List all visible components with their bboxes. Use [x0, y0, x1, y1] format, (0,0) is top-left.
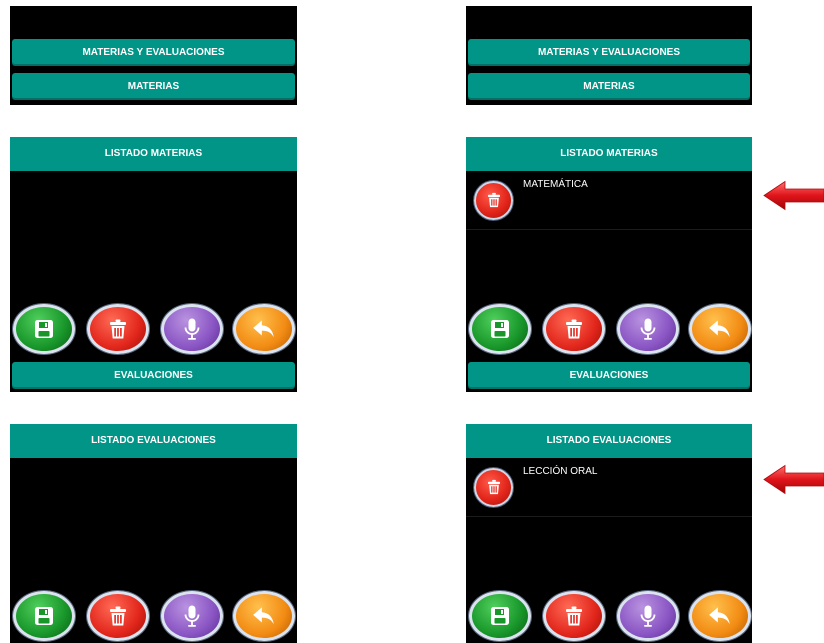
- evaluaciones-button[interactable]: EVALUACIONES: [12, 362, 295, 389]
- screen-materias-empty: MATERIAS Y EVALUACIONES MATERIAS LISTADO…: [10, 6, 297, 392]
- delete-item-button[interactable]: [474, 181, 513, 220]
- trash-icon: [485, 191, 503, 209]
- delete-button[interactable]: [87, 304, 149, 354]
- listado-evaluaciones-header: LISTADO EVALUACIONES: [466, 424, 752, 458]
- listado-materias-header: LISTADO MATERIAS: [10, 137, 297, 171]
- evaluaciones-button[interactable]: EVALUACIONES: [468, 362, 750, 389]
- materias-button[interactable]: MATERIAS: [468, 73, 750, 100]
- undo-arrow-icon: [251, 603, 277, 629]
- action-bar: [466, 591, 752, 643]
- floppy-disk-icon: [32, 317, 56, 341]
- materias-button[interactable]: MATERIAS: [12, 73, 295, 100]
- action-bar: [10, 591, 297, 643]
- undo-arrow-icon: [707, 316, 733, 342]
- delete-button[interactable]: [543, 591, 605, 641]
- action-bar: [466, 304, 752, 356]
- delete-item-button[interactable]: [474, 468, 513, 507]
- delete-button[interactable]: [87, 591, 149, 641]
- screen-evaluaciones-empty: LISTADO EVALUACIONES: [10, 424, 297, 643]
- floppy-disk-icon: [488, 604, 512, 628]
- save-button[interactable]: [469, 304, 531, 354]
- delete-button[interactable]: [543, 304, 605, 354]
- undo-arrow-icon: [707, 603, 733, 629]
- materias-y-evaluaciones-button[interactable]: MATERIAS Y EVALUACIONES: [12, 39, 295, 66]
- voice-input-button[interactable]: [617, 304, 679, 354]
- voice-input-button[interactable]: [161, 591, 223, 641]
- item-label: MATEMÁTICA: [523, 179, 588, 190]
- microphone-icon: [180, 604, 204, 628]
- back-button[interactable]: [689, 304, 751, 354]
- save-button[interactable]: [469, 591, 531, 641]
- microphone-icon: [636, 604, 660, 628]
- materia-input[interactable]: [10, 105, 297, 137]
- back-button[interactable]: [233, 591, 295, 641]
- left-arrow-icon: [763, 180, 824, 211]
- save-button[interactable]: [13, 591, 75, 641]
- materia-input[interactable]: [466, 105, 752, 137]
- save-button[interactable]: [13, 304, 75, 354]
- back-button[interactable]: [233, 304, 295, 354]
- action-bar: [10, 304, 297, 356]
- list-item[interactable]: LECCIÓN ORAL: [466, 458, 752, 517]
- undo-arrow-icon: [251, 316, 277, 342]
- voice-input-button[interactable]: [161, 304, 223, 354]
- materias-y-evaluaciones-button[interactable]: MATERIAS Y EVALUACIONES: [468, 39, 750, 66]
- trash-icon: [106, 317, 130, 341]
- item-label: LECCIÓN ORAL: [523, 466, 598, 477]
- listado-materias-header: LISTADO MATERIAS: [466, 137, 752, 171]
- trash-icon: [562, 604, 586, 628]
- trash-icon: [106, 604, 130, 628]
- back-button[interactable]: [689, 591, 751, 641]
- screen-materias-with-item: MATERIAS Y EVALUACIONES MATERIAS LISTADO…: [466, 6, 752, 392]
- microphone-icon: [180, 317, 204, 341]
- floppy-disk-icon: [32, 604, 56, 628]
- screen-evaluaciones-with-item: LISTADO EVALUACIONES LECCIÓN ORAL: [466, 424, 752, 643]
- trash-icon: [562, 317, 586, 341]
- listado-evaluaciones-header: LISTADO EVALUACIONES: [10, 424, 297, 458]
- left-arrow-icon: [763, 464, 824, 495]
- trash-icon: [485, 478, 503, 496]
- microphone-icon: [636, 317, 660, 341]
- voice-input-button[interactable]: [617, 591, 679, 641]
- floppy-disk-icon: [488, 317, 512, 341]
- list-item[interactable]: MATEMÁTICA: [466, 171, 752, 230]
